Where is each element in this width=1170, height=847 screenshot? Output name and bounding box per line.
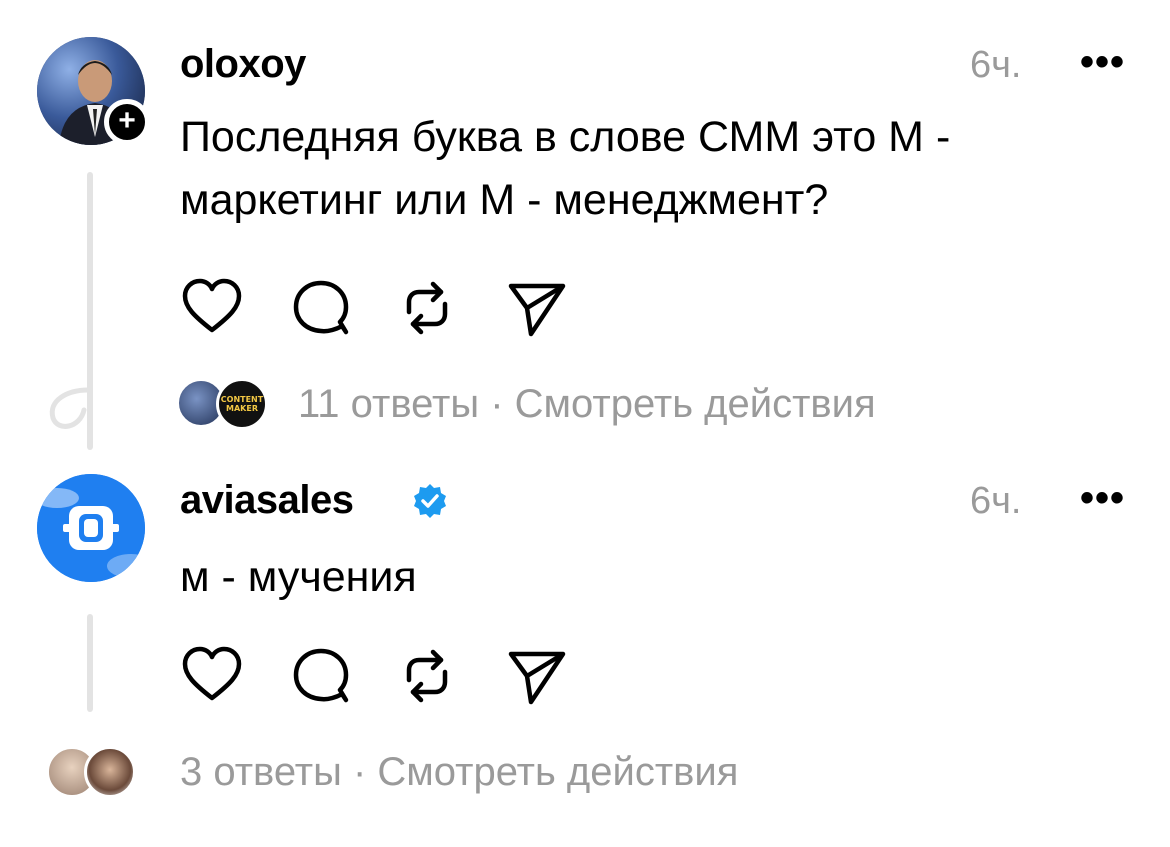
post-text: м - мучения	[180, 546, 417, 609]
follow-button[interactable]: +	[104, 99, 150, 145]
mini-avatar-label: CONTENT	[220, 395, 264, 404]
more-options-button[interactable]: •••	[1080, 40, 1125, 85]
heart-icon[interactable]	[180, 644, 244, 708]
thread-line	[87, 614, 93, 712]
repost-icon[interactable]	[395, 276, 459, 340]
comment-icon[interactable]	[290, 276, 354, 340]
post-text-line: Последняя буква в слове СММ это М -	[180, 113, 951, 161]
share-icon[interactable]	[505, 276, 569, 340]
post-text-line: м - мучения	[180, 553, 417, 601]
replies-link[interactable]: 3 ответы · Смотреть действия	[180, 750, 738, 795]
post-text-line: маркетинг или М - менеджмент?	[180, 176, 829, 224]
post-text: Последняя буква в слове СММ это М - марк…	[180, 106, 950, 232]
more-options-button[interactable]: •••	[1080, 476, 1125, 521]
reply-avatar: CONTENT MAKER	[216, 378, 268, 430]
replies-link[interactable]: 11 ответы · Смотреть действия	[298, 382, 876, 427]
mini-avatar-label: MAKER	[226, 404, 258, 413]
heart-icon[interactable]	[180, 276, 244, 340]
comment-icon[interactable]	[290, 644, 354, 708]
username[interactable]: aviasales	[180, 478, 354, 523]
username[interactable]: oloxoy	[180, 42, 306, 87]
repost-icon[interactable]	[395, 644, 459, 708]
post-time: 6ч.	[970, 44, 1022, 86]
avatar[interactable]	[37, 474, 145, 582]
reply-avatar	[84, 746, 136, 798]
aviasales-logo-icon	[37, 474, 145, 582]
post-time: 6ч.	[970, 480, 1022, 522]
verified-badge-icon	[414, 484, 446, 518]
thread-loop	[49, 387, 91, 429]
share-icon[interactable]	[505, 644, 569, 708]
